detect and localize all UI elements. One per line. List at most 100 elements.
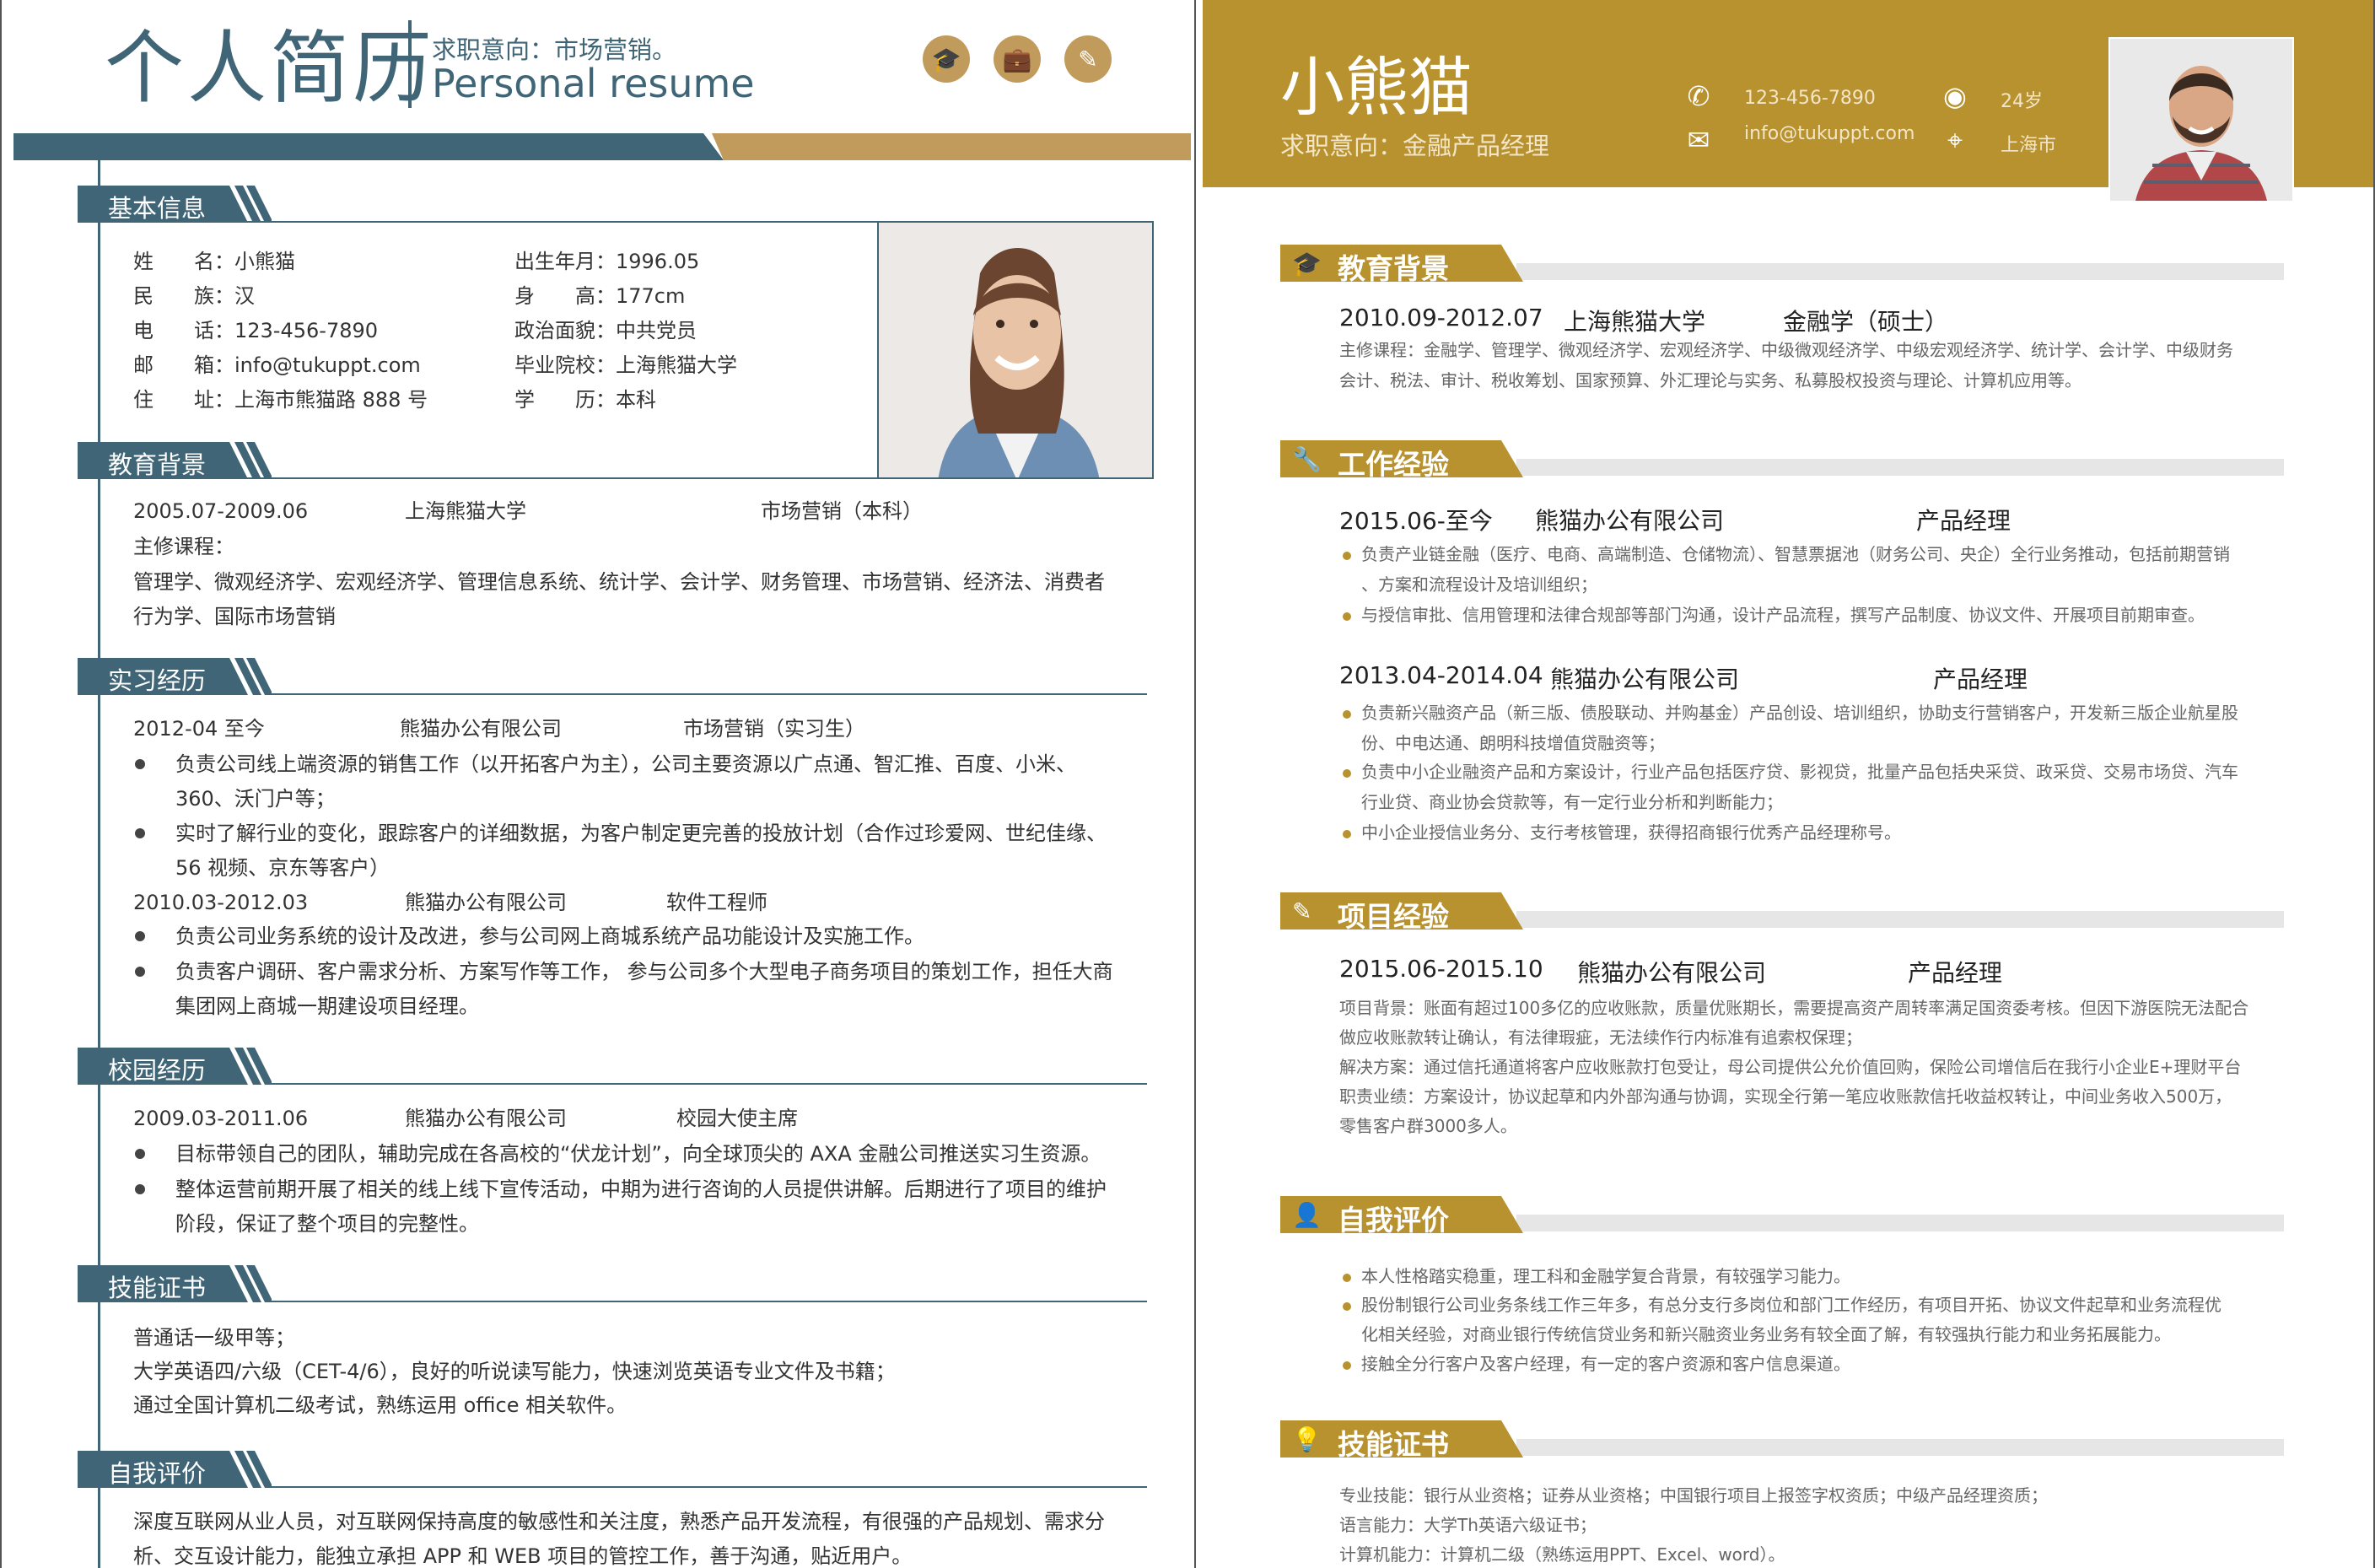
job-date: 2013.04-2014.04 — [1339, 661, 1543, 689]
resume-subtitle: Personal resume — [432, 61, 755, 106]
skill-line: 专业技能：银行从业资格；证券从业资格；中国银行项目上报签字权资质；中级产品经理资… — [1339, 1485, 2048, 1506]
bullet-dot — [135, 759, 145, 769]
skill-line: 语言能力：大学Th英语六级证书； — [1339, 1515, 1597, 1535]
edu-courses-label: 主修课程： — [133, 535, 234, 558]
self-bullet: 接触全分行客户及客户经理，有一定的客户资源和客户信息渠道。 — [1361, 1354, 1850, 1374]
job-bullet: 实时了解行业的变化，跟踪客户的详细数据，为客户制定更完善的投放计划（合作过珍爱网… — [175, 822, 1107, 880]
section-skills: 技能证书 — [78, 1265, 1147, 1302]
info-row: 住 址：上海市熊猫路 888 号 — [133, 388, 428, 412]
job-company: 熊猫办公有限公司 — [405, 891, 567, 914]
briefcase-icon: 💼 — [994, 35, 1041, 83]
user-icon: 👤 — [1292, 1201, 1322, 1229]
job-company: 熊猫办公有限公司 — [1535, 507, 1725, 535]
campus-role: 校园大使主席 — [676, 1107, 798, 1130]
info-row: 毕业院校：上海熊猫大学 — [514, 353, 737, 377]
info-row: 邮 箱：info@tukuppt.com — [133, 353, 421, 377]
section-internship: 实习经历 — [78, 658, 1147, 695]
info-row: 电 话：123-456-7890 — [133, 319, 379, 342]
job-bullet: 负责中小企业融资产品和方案设计，行业产品包括医疗贷、影视贷，批量产品包括央采贷、… — [1361, 762, 2238, 782]
mail-icon: ✉ — [1687, 124, 1710, 156]
skill-line: 计算机能力：计算机二级（熟练运用PPT、Excel、word）。 — [1339, 1544, 1785, 1565]
header-bar — [13, 133, 1191, 160]
edu-line: 主修课程：金融学、管理学、微观经济学、宏观经济学、中级微观经济学、中级宏观经济学… — [1339, 340, 2233, 360]
phone-icon: ✆ — [1687, 80, 1710, 112]
project-line: 解决方案：通过信托通道将客户应收账款打包受让，母公司提供公允价值回购，保险公司增… — [1339, 1057, 2242, 1077]
job-date: 2015.06-至今 — [1339, 507, 1493, 535]
age-text: 24岁 — [2001, 91, 2043, 112]
job-bullet: 负责公司线上端资源的销售工作（以开拓客户为主），公司主要资源以广点通、智汇推、百… — [175, 752, 1076, 811]
skill-line: 大学英语四/六级（CET-4/6），良好的听说读写能力，快速浏览英语专业文件及书… — [133, 1360, 896, 1383]
section-heading: 自我评价 — [1338, 1204, 1449, 1237]
section-work: 🔧 工作经验 — [1280, 440, 2292, 481]
job-role: 软件工程师 — [666, 891, 767, 914]
info-row: 出生年月：1996.05 — [514, 250, 700, 273]
job-bullet-cont: 份、中电达通、朗明科技增值贷融资等； — [1361, 733, 1665, 753]
section-heading: 教育背景 — [1338, 252, 1449, 285]
edu-major: 金融学（硕士） — [1783, 308, 1949, 336]
edu-date: 2005.07-2009.06 — [133, 499, 309, 523]
job-bullet-cont: 、方案和流程设计及培训组织； — [1361, 574, 1597, 595]
info-row: 政治面貌：中共党员 — [514, 319, 697, 342]
section-basic-info: 基本信息 — [78, 186, 1147, 223]
job-role: 产品经理 — [1933, 665, 2028, 693]
section-education: 教育背景 — [78, 442, 1147, 479]
globe-icon: ◉ — [1943, 80, 1967, 112]
email-text: info@tukuppt.com — [1744, 123, 1915, 144]
lightbulb-icon: 💡 — [1292, 1425, 1322, 1453]
bullet-dot — [135, 931, 145, 941]
edu-date: 2010.09-2012.07 — [1339, 304, 1543, 331]
bullet-dot — [135, 1149, 145, 1159]
job-role: 市场营销（实习生） — [683, 717, 865, 741]
campus-date: 2009.03-2011.06 — [133, 1107, 309, 1130]
project-line: 零售客户群3000多人。 — [1339, 1116, 1517, 1136]
job-bullet: 负责公司业务系统的设计及改进，参与公司网上商城系统产品功能设计及实施工作。 — [175, 924, 924, 948]
job-bullet: 中小企业授信业务分、支行考核管理，获得招商银行优秀产品经理称号。 — [1361, 822, 1901, 843]
section-heading: 工作经验 — [1338, 448, 1449, 481]
edu-school: 上海熊猫大学 — [405, 499, 526, 523]
job-company: 熊猫办公有限公司 — [400, 717, 562, 741]
job-bullet: 与授信审批、信用管理和法律合规部等部门沟通，设计产品流程，撰写产品制度、协议文件… — [1361, 605, 2205, 625]
self-bullet-cont: 化相关经验，对商业银行传统信贷业务和新兴融资业务业务有较全面了解，有较强执行能力… — [1361, 1324, 2171, 1344]
info-row: 姓 名：小熊猫 — [133, 250, 295, 273]
project-line: 项目背景：账面有超过100多亿的应收账款，质量优账期长，需要提高资产周转率满足国… — [1339, 998, 2249, 1018]
graduation-cap-icon: 🎓 — [923, 35, 970, 83]
bullet-dot — [135, 1184, 145, 1194]
campus-company: 熊猫办公有限公司 — [405, 1107, 567, 1130]
campus-bullet: 目标带领自己的团队，辅助完成在各高校的“伏龙计划”，向全球顶尖的 AXA 金融公… — [175, 1142, 1101, 1166]
info-row: 学 历：本科 — [514, 388, 656, 412]
section-self-eval: 自我评价 — [78, 1451, 1147, 1488]
section-skills: 💡 技能证书 — [1280, 1420, 2292, 1461]
section-heading: 基本信息 — [108, 194, 207, 223]
job-bullet: 负责产业链金融（医疗、电商、高端制造、仓储物流）、智慧票据池（财务公司、央企）全… — [1361, 544, 2230, 564]
basic-info-right-col: 出生年月：1996.05 身 高：177cm 政治面貌：中共党员 毕业院校：上海… — [514, 245, 737, 418]
info-row: 民 族：汉 — [133, 284, 255, 308]
edu-courses: 管理学、微观经济学、宏观经济学、管理信息系统、统计学、会计学、财务管理、市场营销… — [133, 570, 1105, 628]
job-intent: 求职意向：金融产品经理 — [1280, 132, 1550, 160]
section-heading: 教育背景 — [108, 450, 207, 479]
section-heading: 项目经验 — [1338, 900, 1449, 933]
profile-photo — [877, 221, 1154, 479]
resume-title: 个人简历 — [105, 23, 436, 115]
section-self-eval: 👤 自我评价 — [1280, 1196, 2292, 1237]
job-bullet-cont: 行业贷、商业协会贷款等，有一定行业分析和判断能力； — [1361, 792, 1783, 812]
section-heading: 技能证书 — [1338, 1428, 1449, 1461]
bullet-dot — [135, 967, 145, 977]
info-row: 身 高：177cm — [514, 284, 686, 308]
job-bullet: 负责新兴融资产品（新三版、债股联动、并购基金）产品创设、培训组织，协助支行营销客… — [1361, 703, 2238, 723]
pencil-icon: ✎ — [1064, 35, 1112, 83]
job-company: 熊猫办公有限公司 — [1550, 665, 1740, 693]
section-education: 🎓 教育背景 — [1280, 245, 2292, 285]
wrench-icon: 🔧 — [1292, 445, 1322, 473]
skill-line: 普通话一级甲等； — [133, 1326, 295, 1350]
section-project: ✎ 项目经验 — [1280, 892, 2292, 933]
job-date: 2010.03-2012.03 — [133, 891, 309, 914]
project-line: 做应收账款转让确认，有法律瑕疵，无法续作行内标准有追索权保理； — [1339, 1027, 1862, 1048]
edu-line: 会计、税法、审计、税收筹划、国家预算、外汇理论与实务、私募股权投资与理论、计算机… — [1339, 370, 2081, 391]
city-text: 上海市 — [2001, 135, 2057, 156]
section-heading: 自我评价 — [108, 1459, 207, 1488]
section-heading: 实习经历 — [108, 666, 207, 695]
location-pin-icon: ⌖ — [1947, 123, 1963, 156]
resume-page-right: 小熊猫 求职意向：金融产品经理 ✆ 123-456-7890 ✉ info@tu… — [1203, 0, 2375, 1568]
project-company: 熊猫办公有限公司 — [1577, 959, 1767, 987]
graduation-cap-icon: 🎓 — [1292, 250, 1322, 277]
